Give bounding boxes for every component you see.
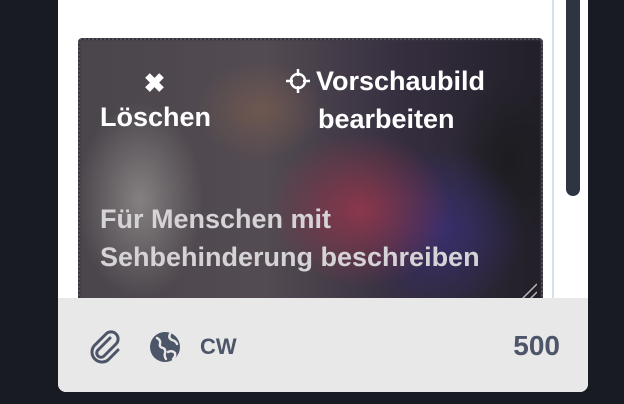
describe-media-button[interactable]: Für Menschen mit Sehbehinderung beschrei…: [100, 200, 500, 276]
scrollbar-thumb[interactable]: [566, 0, 580, 196]
crosshair-icon: [286, 69, 310, 93]
delete-label: Löschen: [100, 102, 212, 132]
media-attachment: ✖ Löschen Vorschaubild bearbeiten Für Me…: [78, 38, 543, 312]
edit-label-line2: bearbeiten: [318, 104, 455, 134]
paperclip-icon[interactable]: [88, 330, 122, 364]
compose-form: ✖ Löschen Vorschaubild bearbeiten Für Me…: [58, 0, 588, 392]
delete-attachment-button[interactable]: ✖ Löschen: [100, 68, 211, 136]
edit-label-line1: Vorschaubild: [316, 66, 486, 96]
divider: [552, 0, 554, 298]
content-warning-button[interactable]: CW: [200, 334, 237, 360]
character-counter: 500: [513, 330, 560, 361]
describe-label-line1: Für Menschen mit: [100, 204, 332, 234]
close-icon: ✖: [143, 68, 166, 98]
describe-label-line2: Sehbehinderung beschreiben: [100, 242, 480, 272]
globe-icon[interactable]: [148, 330, 182, 364]
edit-thumbnail-button[interactable]: Vorschaubild bearbeiten: [286, 62, 485, 138]
compose-toolbar: CW 500: [58, 298, 588, 392]
